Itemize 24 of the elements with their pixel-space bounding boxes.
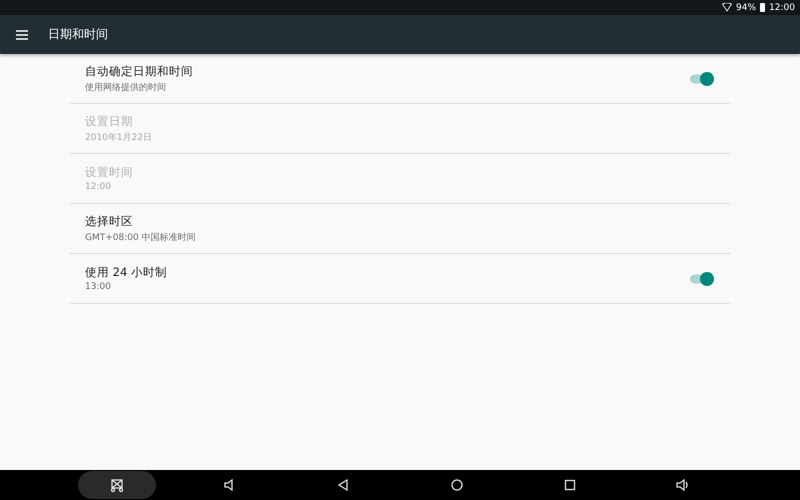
wifi-icon xyxy=(722,3,732,12)
settings-row[interactable]: 自动确定日期和时间 使用网络提供的时间 xyxy=(70,54,730,104)
menu-icon[interactable] xyxy=(16,30,28,40)
settings-row[interactable]: 使用 24 小时制 13:00 xyxy=(70,254,730,304)
setting-title: 设置时间 xyxy=(85,165,133,180)
window-title: 日期和时间 xyxy=(48,26,108,43)
battery-percent: 94% xyxy=(736,2,756,12)
toggle-switch[interactable] xyxy=(688,272,714,286)
setting-summary: GMT+08:00 中国标准时间 xyxy=(85,232,196,244)
setting-title: 使用 24 小时制 xyxy=(85,265,167,280)
setting-title: 设置日期 xyxy=(85,114,134,128)
screenshot-icon xyxy=(108,477,125,493)
setting-title: 选择时区 xyxy=(85,214,134,228)
screenshot-button[interactable] xyxy=(78,471,156,499)
toggle-switch[interactable] xyxy=(688,72,714,86)
setting-summary: 13:00 xyxy=(85,282,112,292)
setting-summary: 2010年1月22日 xyxy=(85,132,152,144)
settings-row[interactable]: 选择时区 GMT+08:00 中国标准时间 xyxy=(70,204,730,254)
clock: 12:00 xyxy=(769,2,795,12)
home-icon xyxy=(448,477,465,493)
battery-icon xyxy=(760,3,766,12)
setting-summary: 12:00 xyxy=(85,182,112,192)
setting-summary: 使用网络提供的时间 xyxy=(85,82,167,94)
setting-title: 自动确定日期和时间 xyxy=(85,64,193,78)
